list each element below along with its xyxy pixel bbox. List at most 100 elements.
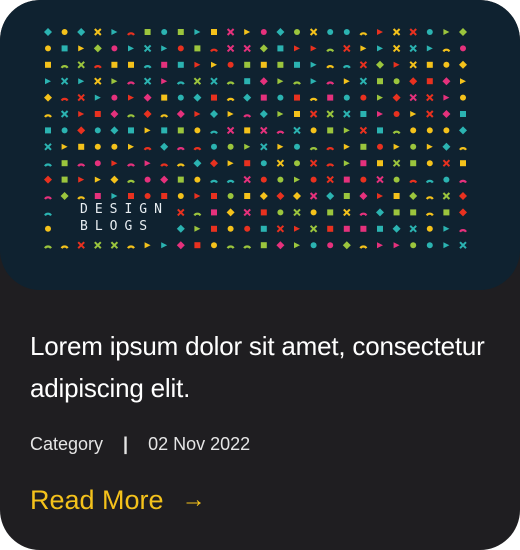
pattern-glyph [277, 111, 284, 117]
pattern-glyph [260, 94, 267, 101]
pattern-glyph [277, 176, 284, 183]
pattern-glyph [442, 48, 451, 53]
pattern-glyph [111, 61, 118, 68]
pattern-glyph [111, 45, 118, 52]
pattern-glyph [343, 29, 350, 35]
pattern-glyph [294, 143, 300, 150]
pattern-glyph [210, 77, 218, 85]
pattern-glyph [176, 147, 185, 151]
read-more-link[interactable]: Read More → [30, 482, 206, 518]
pattern-glyph [44, 196, 52, 200]
publish-date: 02 Nov 2022 [148, 434, 251, 454]
pattern-glyph [44, 175, 52, 184]
pattern-glyph [459, 241, 467, 249]
pattern-glyph [127, 32, 135, 36]
pattern-glyph [177, 45, 184, 52]
pattern-glyph [310, 78, 317, 85]
pattern-glyph [226, 97, 235, 102]
pattern-glyph [61, 160, 68, 167]
pattern-glyph [111, 160, 118, 167]
pattern-glyph [128, 143, 134, 150]
pattern-glyph [244, 225, 251, 232]
pattern-glyph [327, 94, 334, 101]
pattern-glyph [177, 94, 184, 101]
category-label[interactable]: Category [30, 432, 103, 456]
pattern-glyph [342, 241, 351, 250]
pattern-glyph [177, 61, 184, 68]
pattern-glyph [426, 143, 433, 150]
pattern-glyph [227, 193, 234, 199]
pattern-glyph [127, 163, 135, 167]
pattern-glyph [459, 126, 467, 135]
pattern-glyph [176, 110, 185, 118]
pattern-glyph [326, 175, 334, 184]
pattern-glyph [44, 212, 52, 217]
pattern-glyph [310, 45, 317, 52]
pattern-glyph [94, 241, 102, 249]
pattern-glyph [327, 209, 334, 216]
pattern-glyph [310, 242, 317, 249]
pattern-glyph [110, 175, 119, 184]
pattern-glyph [442, 192, 451, 200]
pattern-glyph [343, 160, 350, 167]
pattern-glyph [143, 110, 152, 118]
pattern-glyph [260, 126, 268, 135]
pattern-glyph [144, 160, 151, 167]
pattern-glyph [61, 29, 68, 35]
pattern-glyph [426, 78, 433, 85]
pattern-glyph [211, 225, 217, 232]
pattern-glyph [377, 29, 383, 35]
pattern-glyph [161, 45, 168, 52]
pattern-glyph [359, 61, 368, 69]
pattern-glyph [227, 160, 234, 167]
pattern-glyph [226, 81, 235, 85]
pattern-glyph [177, 176, 184, 183]
pattern-glyph [194, 111, 201, 117]
pattern-glyph [293, 126, 301, 135]
brand-line-blogs: BLOGS [80, 219, 155, 234]
pattern-glyph [94, 143, 101, 150]
pattern-glyph [211, 29, 217, 35]
pattern-glyph [327, 225, 334, 232]
pattern-glyph [460, 78, 466, 85]
pattern-glyph [243, 44, 251, 53]
pattern-glyph [410, 143, 417, 150]
pattern-glyph [45, 45, 51, 52]
pattern-glyph [326, 65, 335, 69]
pattern-glyph [376, 60, 384, 69]
pattern-glyph [460, 45, 466, 52]
pattern-glyph [244, 78, 251, 85]
blog-thumbnail[interactable]: DESIGN BLOGS [0, 0, 520, 290]
pattern-glyph [226, 28, 235, 36]
pattern-glyph [409, 28, 417, 36]
pattern-glyph [77, 241, 85, 249]
pattern-glyph [309, 225, 318, 233]
pattern-glyph [194, 193, 201, 199]
pattern-glyph [425, 196, 434, 200]
pattern-glyph [294, 176, 300, 183]
pattern-glyph [77, 28, 86, 36]
pattern-glyph [243, 175, 251, 184]
pattern-glyph [111, 193, 118, 199]
pattern-glyph [177, 29, 184, 35]
pattern-glyph [194, 29, 201, 35]
pattern-glyph [360, 143, 367, 150]
pattern-glyph [143, 44, 152, 53]
pattern-glyph [210, 179, 218, 184]
pattern-glyph [409, 77, 418, 86]
blog-title[interactable]: Lorem ipsum dolor sit amet, consectetur … [30, 325, 500, 409]
pattern-glyph [359, 77, 368, 85]
pattern-glyph [259, 77, 268, 86]
pattern-glyph [244, 193, 251, 199]
pattern-glyph [442, 159, 451, 167]
pattern-glyph [359, 192, 368, 200]
pattern-glyph [277, 94, 284, 101]
pattern-glyph [426, 242, 433, 249]
pattern-glyph [309, 110, 318, 118]
pattern-glyph [326, 192, 335, 200]
pattern-glyph [410, 242, 417, 249]
pattern-glyph [161, 127, 168, 134]
pattern-glyph [193, 147, 202, 151]
pattern-glyph [93, 44, 102, 53]
pattern-glyph [177, 193, 184, 199]
